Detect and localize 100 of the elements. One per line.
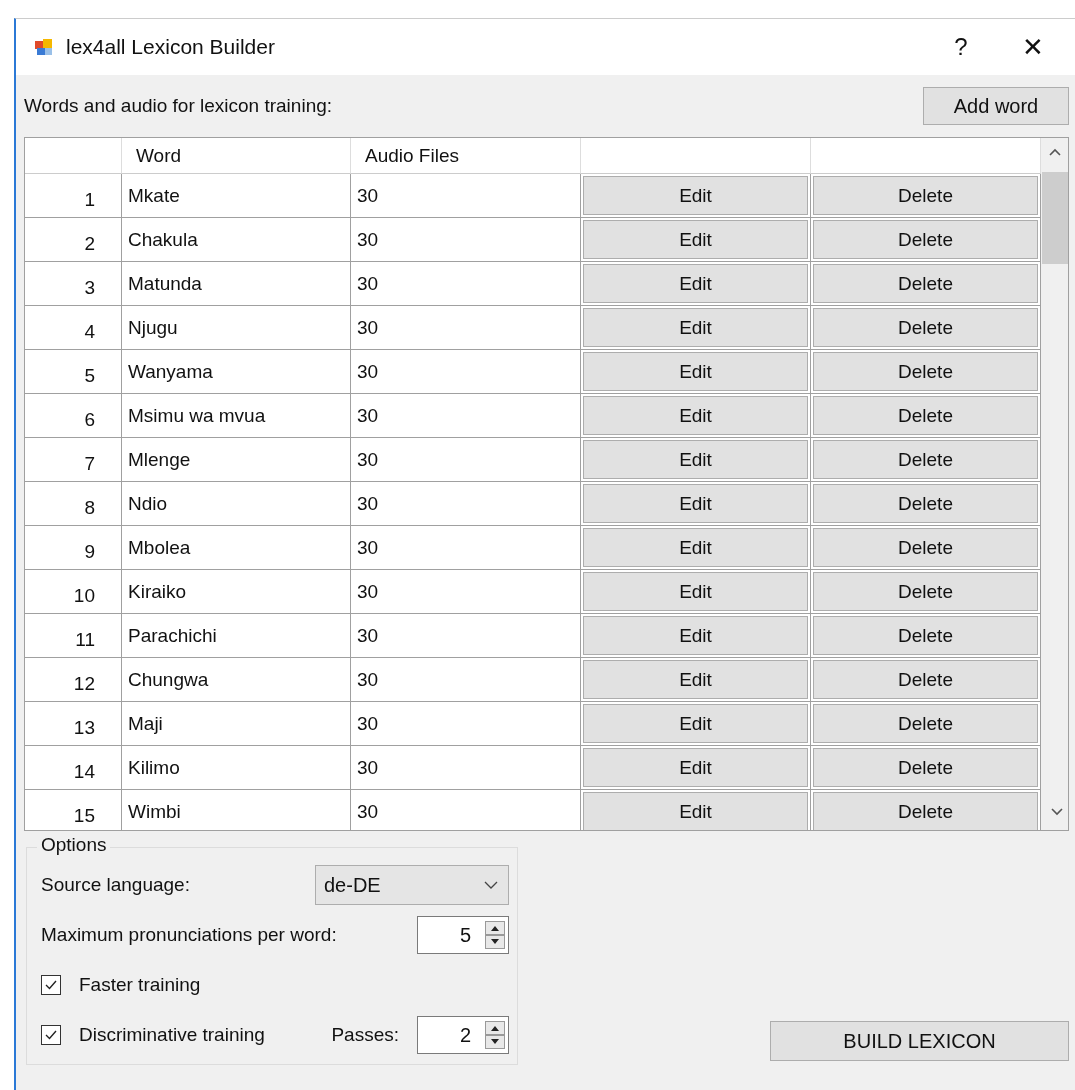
scroll-up-icon bbox=[1048, 148, 1061, 156]
delete-button[interactable]: Delete bbox=[813, 484, 1038, 523]
table-cell: 30 bbox=[351, 526, 581, 570]
delete-button[interactable]: Delete bbox=[813, 704, 1038, 743]
edit-button[interactable]: Edit bbox=[583, 484, 808, 523]
edit-button[interactable]: Edit bbox=[583, 396, 808, 435]
row-number: 5 bbox=[25, 350, 122, 394]
table-cell: Maji bbox=[122, 702, 351, 746]
table-cell: 30 bbox=[351, 218, 581, 262]
row-number: 13 bbox=[25, 702, 122, 746]
table-cell: Wanyama bbox=[122, 350, 351, 394]
table-cell: Mbolea bbox=[122, 526, 351, 570]
edit-button[interactable]: Edit bbox=[583, 264, 808, 303]
table-cell: Kilimo bbox=[122, 746, 351, 790]
delete-button[interactable]: Delete bbox=[813, 352, 1038, 391]
edit-button[interactable]: Edit bbox=[583, 792, 808, 830]
table-cell: 30 bbox=[351, 658, 581, 702]
delete-button[interactable]: Delete bbox=[813, 792, 1038, 830]
scroll-thumb[interactable] bbox=[1041, 172, 1068, 264]
table-cell: 30 bbox=[351, 394, 581, 438]
edit-button[interactable]: Edit bbox=[583, 704, 808, 743]
field-label: Passes: bbox=[331, 1024, 399, 1046]
edit-button[interactable]: Edit bbox=[583, 660, 808, 699]
table-cell: 30 bbox=[351, 702, 581, 746]
row-number: 12 bbox=[25, 658, 122, 702]
table-cell: Chungwa bbox=[122, 658, 351, 702]
column-header: Audio Files bbox=[351, 138, 581, 174]
spin-arrows-icon bbox=[485, 921, 505, 949]
edit-button[interactable]: Edit bbox=[583, 572, 808, 611]
language-dropdown[interactable]: de-DE bbox=[315, 865, 509, 905]
table-cell: 30 bbox=[351, 262, 581, 306]
checkbox[interactable] bbox=[41, 1025, 61, 1045]
row-number: 8 bbox=[25, 482, 122, 526]
table-cell: 30 bbox=[351, 350, 581, 394]
edit-button[interactable]: Edit bbox=[583, 748, 808, 787]
table-cell: 30 bbox=[351, 306, 581, 350]
delete-button[interactable]: Delete bbox=[813, 220, 1038, 259]
table-cell: Njugu bbox=[122, 306, 351, 350]
table-cell: 30 bbox=[351, 174, 581, 218]
scrollbar[interactable] bbox=[1041, 138, 1068, 830]
edit-button[interactable]: Edit bbox=[583, 220, 808, 259]
checkbox-label: Faster training bbox=[79, 974, 201, 996]
window-title: lex4all Lexicon Builder bbox=[66, 35, 276, 59]
row-number: 3 bbox=[25, 262, 122, 306]
delete-button[interactable]: Delete bbox=[813, 396, 1038, 435]
list-label: Words and audio for lexicon training: bbox=[24, 95, 333, 117]
table-cell: Ndio bbox=[122, 482, 351, 526]
field-label: Maximum pronunciations per word: bbox=[41, 924, 337, 946]
column-header: Word bbox=[122, 138, 351, 174]
table-cell: 30 bbox=[351, 438, 581, 482]
table-cell: 30 bbox=[351, 790, 581, 830]
table-cell: 30 bbox=[351, 482, 581, 526]
add-word-button[interactable]: Add word bbox=[923, 87, 1069, 125]
delete-button[interactable]: Delete bbox=[813, 176, 1038, 215]
field-label: Source language: bbox=[41, 874, 190, 896]
delete-button[interactable]: Delete bbox=[813, 616, 1038, 655]
edit-button[interactable]: Edit bbox=[583, 528, 808, 567]
row-number: 9 bbox=[25, 526, 122, 570]
delete-button[interactable]: Delete bbox=[813, 308, 1038, 347]
table-cell: 30 bbox=[351, 614, 581, 658]
row-number: 4 bbox=[25, 306, 122, 350]
delete-button[interactable]: Delete bbox=[813, 572, 1038, 611]
row-number: 14 bbox=[25, 746, 122, 790]
edit-button[interactable]: Edit bbox=[583, 308, 808, 347]
checkbox[interactable] bbox=[41, 975, 61, 995]
row-number: 11 bbox=[25, 614, 122, 658]
edit-button[interactable]: Edit bbox=[583, 440, 808, 479]
table-cell: Wimbi bbox=[122, 790, 351, 830]
pronunciations-spinner[interactable]: 5 bbox=[417, 916, 509, 954]
table-cell: 30 bbox=[351, 570, 581, 614]
row-number: 10 bbox=[25, 570, 122, 614]
delete-button[interactable]: Delete bbox=[813, 264, 1038, 303]
edit-button[interactable]: Edit bbox=[583, 176, 808, 215]
build-lexicon-button[interactable]: BUILD LEXICON bbox=[770, 1021, 1069, 1061]
delete-button[interactable]: Delete bbox=[813, 748, 1038, 787]
row-number: 1 bbox=[25, 174, 122, 218]
checkbox-label: Discriminative training bbox=[79, 1024, 265, 1046]
table-cell: Kiraiko bbox=[122, 570, 351, 614]
table-cell: Mlenge bbox=[122, 438, 351, 482]
table-cell: 30 bbox=[351, 746, 581, 790]
table-cell: Matunda bbox=[122, 262, 351, 306]
row-number: 7 bbox=[25, 438, 122, 482]
delete-button[interactable]: Delete bbox=[813, 440, 1038, 479]
table-cell: Msimu wa mvua bbox=[122, 394, 351, 438]
delete-button[interactable]: Delete bbox=[813, 660, 1038, 699]
table-cell: Mkate bbox=[122, 174, 351, 218]
scroll-down-icon bbox=[1051, 808, 1063, 816]
close-button[interactable]: ✕ bbox=[997, 27, 1069, 67]
chevron-down-icon bbox=[484, 881, 498, 889]
help-button[interactable]: ? bbox=[925, 27, 997, 67]
passes-spinner[interactable]: 2 bbox=[417, 1016, 509, 1054]
table-cell: Parachichi bbox=[122, 614, 351, 658]
spin-arrows-icon bbox=[485, 1021, 505, 1049]
edit-button[interactable]: Edit bbox=[583, 616, 808, 655]
row-number: 6 bbox=[25, 394, 122, 438]
app-icon bbox=[34, 38, 54, 56]
row-number: 2 bbox=[25, 218, 122, 262]
table-cell: Chakula bbox=[122, 218, 351, 262]
delete-button[interactable]: Delete bbox=[813, 528, 1038, 567]
edit-button[interactable]: Edit bbox=[583, 352, 808, 391]
